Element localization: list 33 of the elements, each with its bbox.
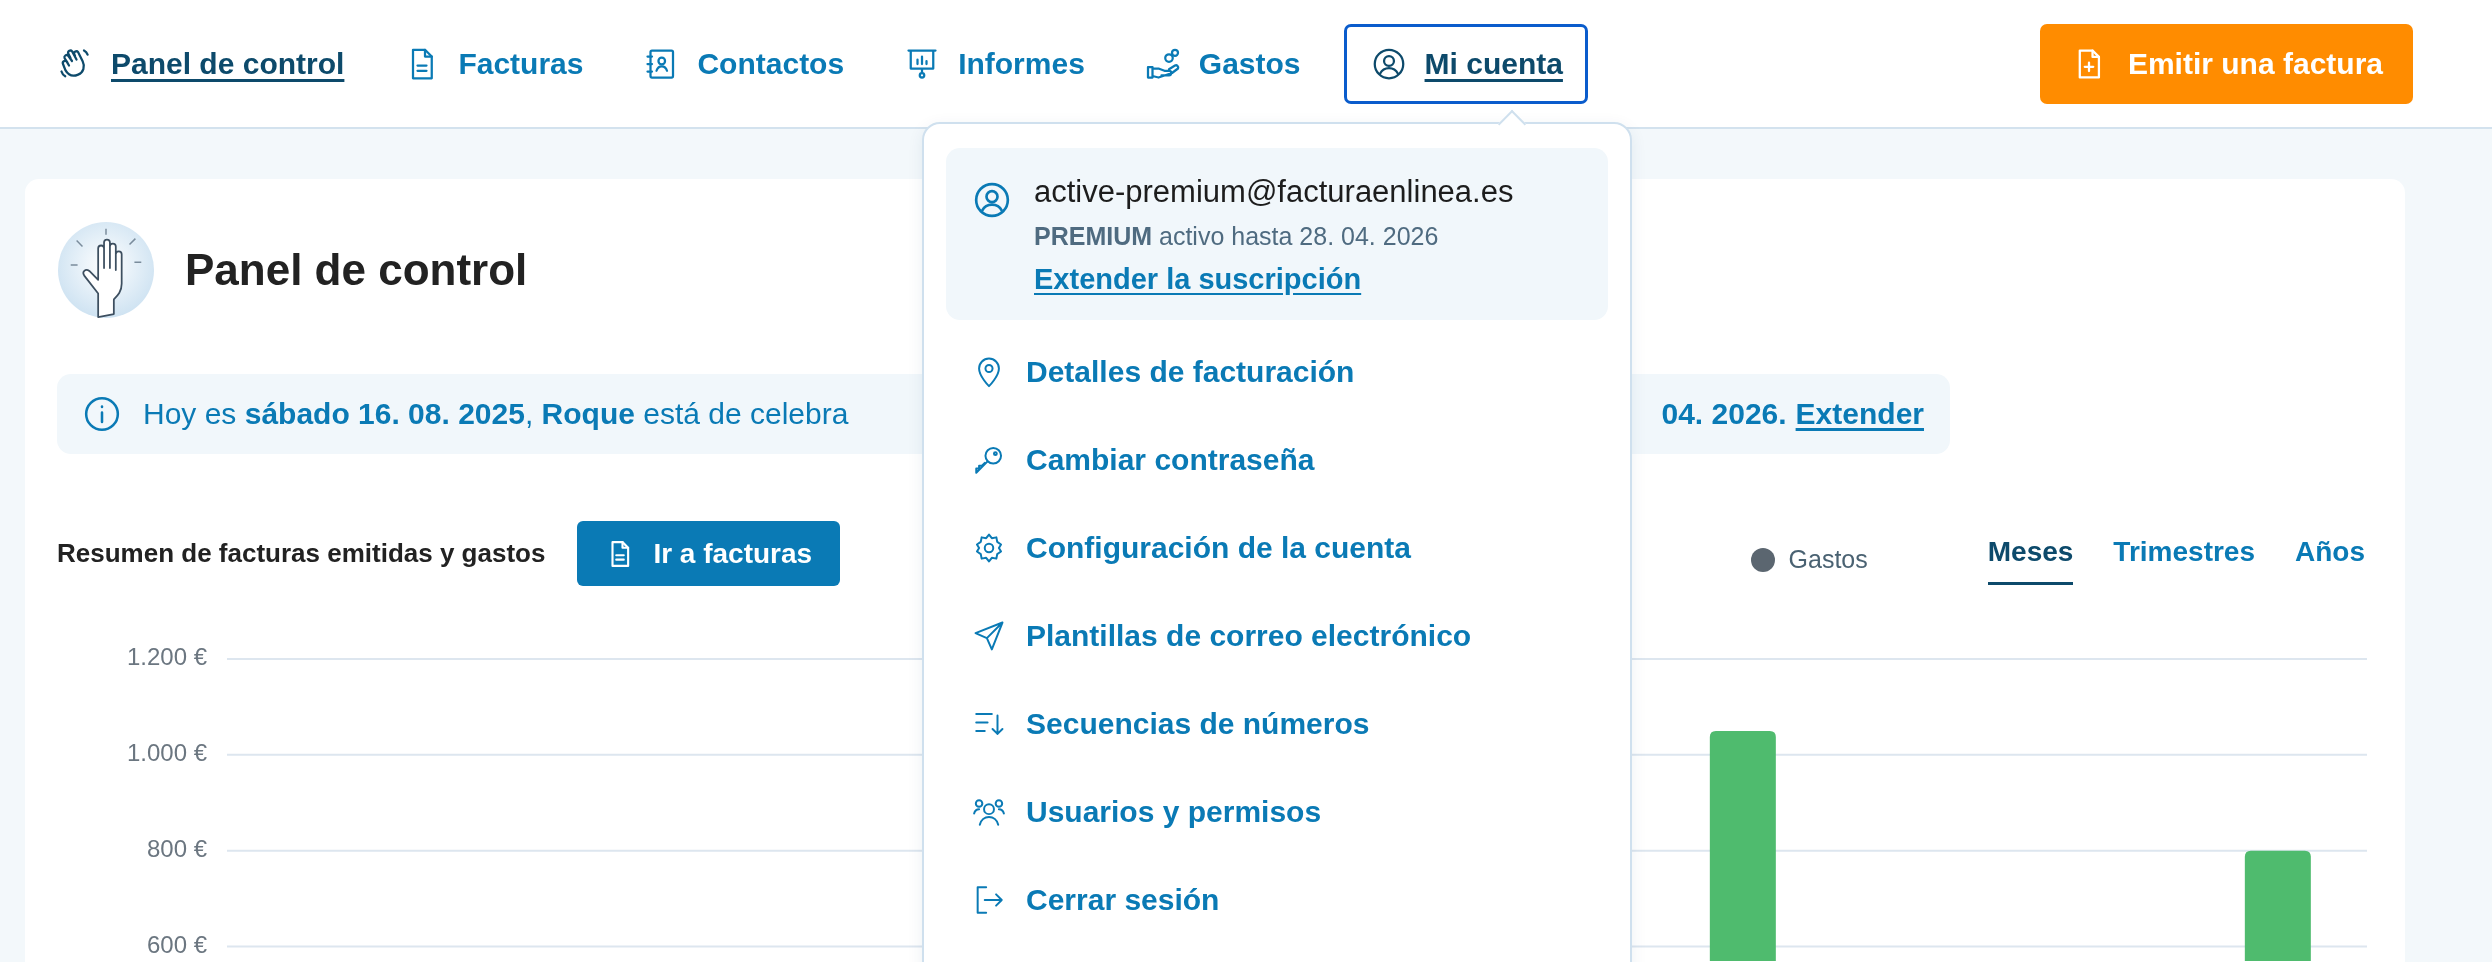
nav-link[interactable]: Panel de control (40, 23, 362, 104)
info-text: Hoy es sábado 16. 08. 2025, Roque está de celebra (143, 397, 849, 431)
menu-item[interactable]: Configuración de la cuenta (946, 504, 1608, 592)
menu-item[interactable]: Cerrar sesión (946, 856, 1608, 944)
axis-label: 800 € (146, 835, 207, 863)
legend-label: Gastos (1788, 545, 1868, 574)
info-text: 04. 2026. (1661, 397, 1787, 431)
nav-link[interactable]: Gastos (1127, 23, 1318, 104)
page-title: Panel de control (185, 245, 528, 295)
period-tab[interactable]: Trimestres (2113, 536, 2255, 585)
extend-subscription-link[interactable]: Extender la suscripción (1034, 263, 1514, 296)
nav-link[interactable]: Mi cuenta (1343, 23, 1588, 104)
axis-label: 1.200 € (126, 643, 207, 671)
menu-item[interactable]: Cambiar contraseña (946, 416, 1608, 504)
nav-link[interactable]: Facturas (387, 23, 601, 104)
menu-item[interactable]: Usuarios y permisos (946, 768, 1608, 856)
menu-item[interactable]: Plantillas de correo electrónico (946, 592, 1608, 680)
nav-link[interactable]: Informes (887, 23, 1102, 104)
account-email: active-premium@facturaenlinea.es (1034, 174, 1514, 210)
go-to-invoices-button[interactable]: Ir a facturas (577, 521, 841, 586)
menu-item[interactable]: Detalles de facturación (946, 328, 1608, 416)
nav-link[interactable]: Contactos (626, 23, 862, 104)
plan-status: PREMIUM activo hasta 28. 04. 2026 (1034, 222, 1440, 251)
period-tab[interactable]: Años (2295, 536, 2365, 585)
axis-label: 600 € (146, 930, 207, 958)
axis-label: 1.000 € (126, 739, 207, 767)
user-circle-icon (972, 180, 1012, 220)
extend-link[interactable]: Extender (1795, 397, 1924, 431)
section-title: Resumen de facturas emitidas y gastos (57, 538, 546, 569)
paper-plane-icon (972, 619, 1006, 653)
info-icon (83, 395, 121, 433)
menu-item[interactable]: Secuencias de números (946, 680, 1608, 768)
period-tab[interactable]: Meses (1987, 536, 2074, 585)
